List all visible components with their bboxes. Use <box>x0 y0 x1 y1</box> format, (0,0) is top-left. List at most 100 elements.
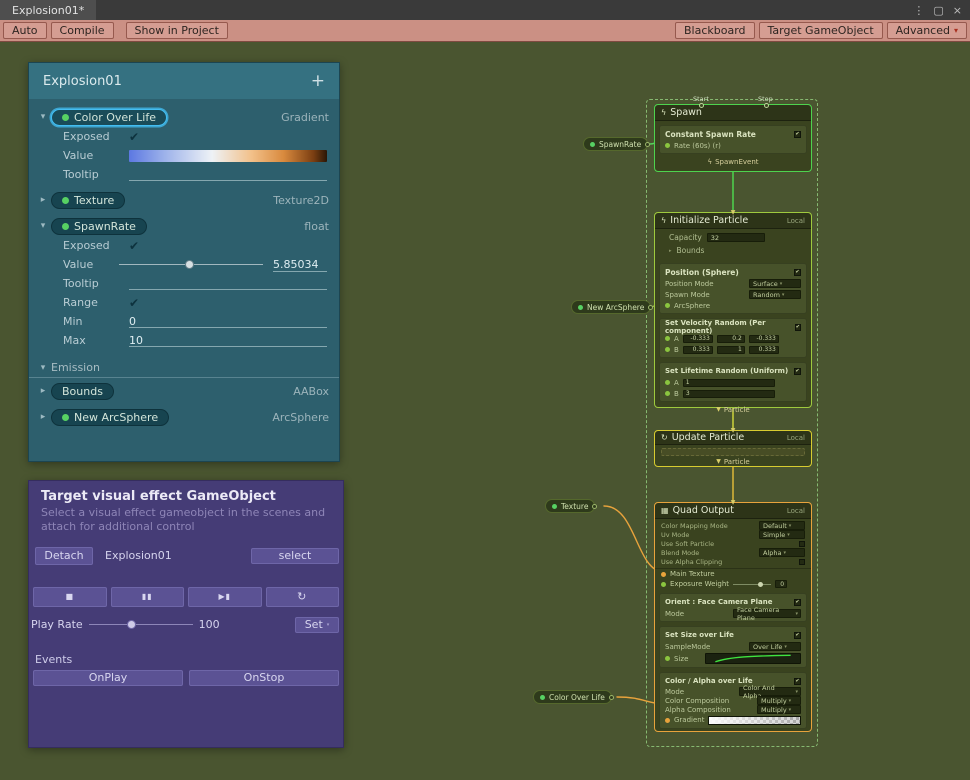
block-enabled-checkbox[interactable]: ✔ <box>794 131 801 138</box>
gradient-port-icon[interactable] <box>665 718 670 723</box>
param-output-port[interactable] <box>648 305 653 310</box>
play-rate-slider[interactable] <box>89 619 193 630</box>
initialize-output-port[interactable]: ▼ Particle <box>655 402 811 417</box>
show-in-project-button[interactable]: Show in Project <box>126 22 228 39</box>
rate-port-icon[interactable] <box>665 143 670 148</box>
block-enabled-checkbox[interactable]: ✔ <box>794 599 801 606</box>
param-output-port[interactable] <box>609 695 614 700</box>
chevron-down-icon[interactable]: ▾ <box>35 112 51 122</box>
block-enabled-checkbox[interactable]: ✔ <box>794 678 801 685</box>
pause-button[interactable]: ▮▮ <box>111 587 185 607</box>
tooltip-field[interactable] <box>129 277 327 290</box>
param-node-new-arcsphere[interactable]: New ArcSphere <box>571 300 651 314</box>
update-particle-node[interactable]: ▼ ↻ Update Particle Local ▼ Particle <box>654 430 812 467</box>
position-mode-dropdown[interactable]: Surface▾ <box>749 279 801 288</box>
param-node-texture[interactable]: Texture <box>545 499 595 513</box>
param-node-spawnrate[interactable]: SpawnRate <box>583 137 648 151</box>
foldout-arrow-icon[interactable]: ▸ <box>669 248 672 254</box>
exposure-weight-slider[interactable] <box>733 581 771 588</box>
soft-particle-checkbox[interactable] <box>799 541 805 547</box>
property-pill-bounds[interactable]: Bounds <box>51 383 114 400</box>
lifetime-a-port-icon[interactable] <box>665 380 670 385</box>
block-enabled-checkbox[interactable]: ✔ <box>795 324 801 331</box>
empty-block-area[interactable] <box>661 448 805 456</box>
window-tab[interactable]: Explosion01* <box>0 0 96 20</box>
chevron-right-icon[interactable]: ▸ <box>35 195 51 205</box>
exposed-checkbox[interactable]: ✔ <box>129 240 139 252</box>
value-slider[interactable] <box>119 259 263 270</box>
alpha-composition-dropdown[interactable]: Multiply▾ <box>757 705 801 714</box>
stop-button[interactable]: ■ <box>33 587 107 607</box>
lifetime-a-field[interactable]: 1 <box>683 379 775 387</box>
auto-button[interactable]: Auto <box>3 22 47 39</box>
compile-button[interactable]: Compile <box>51 22 114 39</box>
uv-mode-dropdown[interactable]: Simple▾ <box>759 530 805 539</box>
chevron-right-icon[interactable]: ▸ <box>35 386 51 396</box>
step-button[interactable]: ▶▮ <box>188 587 262 607</box>
blackboard-toggle-button[interactable]: Blackboard <box>675 22 755 39</box>
tooltip-field[interactable] <box>129 168 327 181</box>
constant-spawn-rate-block[interactable]: Constant Spawn Rate ✔ Rate (60s) (r) <box>659 125 807 154</box>
property-pill-spawnrate[interactable]: SpawnRate <box>51 218 147 235</box>
main-texture-port-icon[interactable] <box>661 572 666 577</box>
size-curve-widget[interactable] <box>705 653 801 664</box>
velocity-a-y-field[interactable]: 0.2 <box>717 335 745 343</box>
exposed-checkbox[interactable]: ✔ <box>129 131 139 143</box>
param-output-port[interactable] <box>645 142 650 147</box>
range-checkbox[interactable]: ✔ <box>129 297 139 309</box>
block-enabled-checkbox[interactable]: ✔ <box>794 632 801 639</box>
category-emission[interactable]: ▾ Emission <box>29 358 339 378</box>
detach-button[interactable]: Detach <box>35 547 93 565</box>
space-badge[interactable]: Local <box>787 434 805 442</box>
property-pill-color-over-life[interactable]: Color Over Life <box>51 109 167 126</box>
output-input-port[interactable]: ▼ <box>731 500 736 506</box>
set-rate-button[interactable]: Set ▾ <box>295 617 339 633</box>
color-alpha-over-life-block[interactable]: Color / Alpha over Life ✔ Mode Color And… <box>659 672 807 729</box>
lifetime-b-field[interactable]: 3 <box>683 390 775 398</box>
value-field[interactable]: 5.85034 <box>273 258 327 272</box>
quad-output-node[interactable]: ▼ ▦ Quad Output Local Color Mapping Mode… <box>654 502 812 732</box>
exposure-weight-field[interactable]: 0 <box>775 580 787 588</box>
add-property-button[interactable]: + <box>311 73 325 90</box>
block-enabled-checkbox[interactable]: ✔ <box>794 368 801 375</box>
velocity-b-z-field[interactable]: 0.333 <box>749 346 779 354</box>
max-field[interactable]: 10 <box>129 334 327 347</box>
lifetime-b-port-icon[interactable] <box>665 391 670 396</box>
spawn-node[interactable]: Start Stop ϟ Spawn Constant Spawn Rate ✔… <box>654 104 812 172</box>
update-input-port[interactable]: ▼ <box>731 428 736 434</box>
capacity-field[interactable]: 32 <box>707 233 765 242</box>
blend-mode-dropdown[interactable]: Alpha▾ <box>759 548 805 557</box>
target-gameobject-toggle-button[interactable]: Target GameObject <box>759 22 883 39</box>
orient-block[interactable]: Orient : Face Camera Plane ✔ Mode Face C… <box>659 593 807 622</box>
chevron-down-icon[interactable]: ▾ <box>35 221 51 231</box>
close-icon[interactable]: × <box>953 4 962 17</box>
space-badge[interactable]: Local <box>787 217 805 225</box>
exposure-weight-port-icon[interactable] <box>661 582 666 587</box>
spawn-node-header[interactable]: ϟ Spawn <box>655 105 811 121</box>
size-port-icon[interactable] <box>665 656 670 661</box>
update-output-port[interactable]: ▼ Particle <box>655 456 811 467</box>
orient-mode-dropdown[interactable]: Face Camera Plane▾ <box>733 609 801 618</box>
initialize-input-port[interactable]: ▼ <box>731 210 736 216</box>
block-enabled-checkbox[interactable]: ✔ <box>794 269 801 276</box>
color-mode-dropdown[interactable]: Color And Alpha▾ <box>739 687 801 696</box>
property-pill-texture[interactable]: Texture <box>51 192 125 209</box>
chevron-right-icon[interactable]: ▸ <box>35 412 51 422</box>
advanced-dropdown-button[interactable]: Advanced ▾ <box>887 22 967 39</box>
onplay-button[interactable]: OnPlay <box>33 670 183 686</box>
velocity-b-x-field[interactable]: 0.333 <box>683 346 713 354</box>
alpha-clipping-checkbox[interactable] <box>799 559 805 565</box>
set-size-over-life-block[interactable]: Set Size over Life ✔ SampleMode Over Lif… <box>659 626 807 668</box>
position-sphere-block[interactable]: Position (Sphere) ✔ Position Mode Surfac… <box>659 263 807 314</box>
set-lifetime-random-block[interactable]: Set Lifetime Random (Uniform) ✔ A 1 B 3 <box>659 362 807 402</box>
spawnevent-output-port[interactable]: ϟ SpawnEvent <box>655 154 811 169</box>
stop-port[interactable] <box>764 103 769 108</box>
maximize-icon[interactable]: ▢ <box>933 4 943 17</box>
property-pill-new-arcsphere[interactable]: New ArcSphere <box>51 409 169 426</box>
param-output-port[interactable] <box>592 504 597 509</box>
select-button[interactable]: select <box>251 548 339 564</box>
velocity-a-z-field[interactable]: -0.333 <box>749 335 779 343</box>
color-mapping-dropdown[interactable]: Default▾ <box>759 521 805 530</box>
gradient-value-field[interactable] <box>129 150 327 162</box>
velocity-a-port-icon[interactable] <box>665 336 670 341</box>
